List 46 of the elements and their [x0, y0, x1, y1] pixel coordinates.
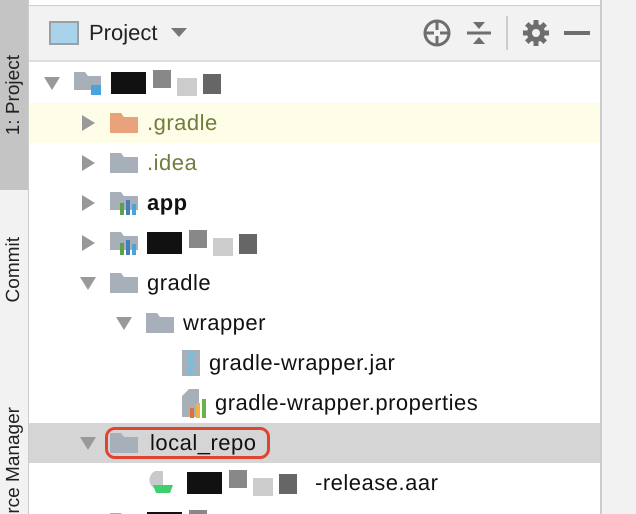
dropdown-caret-icon[interactable]	[171, 28, 188, 38]
tree-row[interactable]: .gradle	[29, 103, 600, 143]
folder-icon	[109, 272, 139, 294]
tree-row[interactable]: gradle	[29, 263, 600, 303]
tree-row[interactable]: gradle-wrapper.properties	[29, 383, 600, 423]
collapsed-arrow-icon[interactable]	[79, 194, 97, 212]
file-name: app	[147, 190, 188, 216]
collapsed-arrow-icon[interactable]	[79, 154, 97, 172]
tree-row[interactable]: wrapper	[29, 303, 600, 343]
file-name: gradle	[147, 270, 212, 296]
folder-icon	[145, 312, 175, 334]
file-name: .gradle	[147, 110, 218, 136]
module-folder-icon	[109, 231, 139, 255]
file-name: .idea	[147, 150, 198, 176]
crosshair-icon[interactable]	[422, 18, 452, 48]
tree-row[interactable]: .idea	[29, 143, 600, 183]
file-name: gradle-wrapper.jar	[209, 350, 396, 376]
zip-file-icon	[181, 349, 201, 377]
properties-file-icon	[181, 388, 207, 418]
settings-icon[interactable]	[522, 19, 550, 47]
expanded-arrow-icon[interactable]	[79, 274, 97, 292]
file-name: -release.aar	[315, 470, 438, 496]
project-view-icon	[49, 21, 79, 45]
module-folder-icon	[73, 70, 103, 96]
tree-row[interactable]: local_repo	[29, 423, 600, 463]
side-tab[interactable]: 1: Project	[0, 0, 28, 190]
expanded-arrow-icon[interactable]	[79, 434, 97, 452]
collapsed-arrow-icon[interactable]	[79, 234, 97, 252]
tree-row[interactable]: -release.aar	[29, 463, 600, 503]
panel-title[interactable]: Project	[89, 20, 158, 46]
minimize-icon[interactable]	[564, 30, 590, 36]
collapsed-arrow-icon[interactable]	[79, 114, 97, 132]
file-name: local_repo	[105, 427, 270, 459]
tree-row[interactable]: app	[29, 183, 600, 223]
file-name: gradle-wrapper.properties	[215, 390, 478, 416]
expanded-arrow-icon[interactable]	[115, 314, 133, 332]
module-folder-icon	[109, 191, 139, 215]
collapse-all-icon[interactable]	[466, 20, 492, 46]
file-name: wrapper	[183, 310, 266, 336]
tree-row[interactable]: gradle-wrapper.jar	[29, 343, 600, 383]
side-tab[interactable]: rce Manager	[0, 350, 28, 514]
folder-icon	[109, 432, 139, 454]
side-tab[interactable]: Commit	[0, 190, 28, 350]
folder-icon	[109, 152, 139, 174]
expanded-arrow-icon[interactable]	[43, 74, 61, 92]
folder-icon	[109, 112, 139, 134]
